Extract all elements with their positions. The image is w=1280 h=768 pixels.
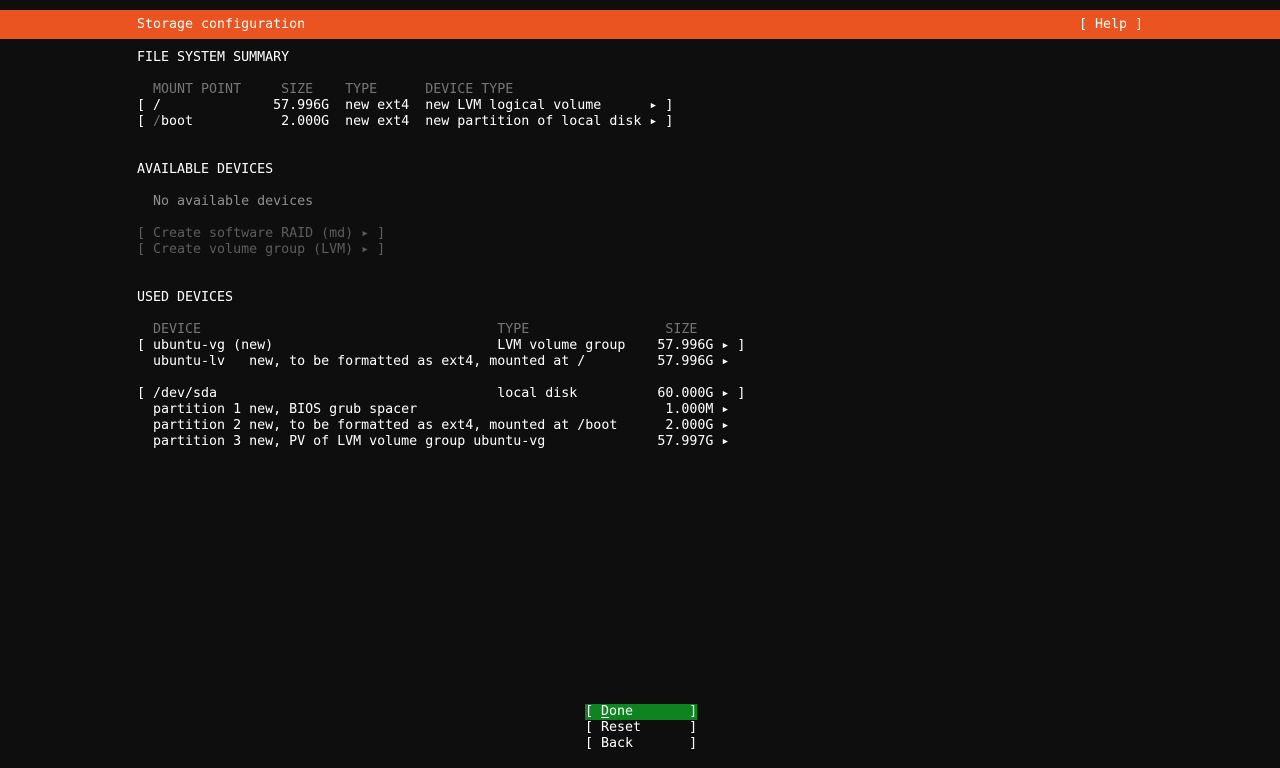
row-partition-2[interactable]: partition 2 new, to be formatted as ext4… <box>137 418 729 434</box>
done-button-open-bracket: [ <box>585 704 602 719</box>
used-devices-title: USED DEVICES <box>137 290 234 305</box>
no-available-devices-note: No available devices <box>137 194 314 209</box>
fs-summary-title: FILE SYSTEM SUMMARY <box>137 50 290 65</box>
row-partition-1[interactable]: partition 1 new, BIOS grub spacer 1.000M… <box>137 402 729 418</box>
fs-summary-columns: MOUNT POINT SIZE TYPE DEVICE TYPE <box>137 82 514 97</box>
help-button[interactable]: [ Help ] <box>1079 10 1143 39</box>
fs-row-boot[interactable]: [ /boot 2.000G new ext4 new partition of… <box>137 114 673 130</box>
done-button-rest: one ] <box>609 704 698 719</box>
back-button[interactable]: [ Back ] <box>585 736 697 752</box>
create-lvm-button: [ Create volume group (LVM) ▸ ] <box>137 242 386 257</box>
done-button-cursor-letter: D <box>601 704 610 719</box>
titlebar: Storage configuration [ Help ] <box>0 10 1280 39</box>
row-dev-sda[interactable]: [ /dev/sda local disk 60.000G ▸ ] <box>137 386 745 402</box>
page-title: Storage configuration <box>137 17 306 32</box>
available-devices-title: AVAILABLE DEVICES <box>137 162 274 177</box>
used-devices-columns: DEVICE TYPE SIZE <box>137 322 698 337</box>
row-ubuntu-vg[interactable]: [ ubuntu-vg (new) LVM volume group 57.99… <box>137 338 745 354</box>
fs-row-boot-bracket: [ <box>137 114 154 129</box>
fs-row-boot-detail: boot 2.000G new ext4 new partition of lo… <box>161 114 674 129</box>
create-raid-button: [ Create software RAID (md) ▸ ] <box>137 226 386 241</box>
storage-configuration-screen: Storage configuration [ Help ] FILE SYST… <box>0 0 1280 768</box>
done-button[interactable]: [ Done ] <box>585 704 698 720</box>
fs-row-boot-path-prefix: / <box>153 114 162 129</box>
row-partition-3[interactable]: partition 3 new, PV of LVM volume group … <box>137 434 729 450</box>
fs-row-root[interactable]: [ / 57.996G new ext4 new LVM logical vol… <box>137 98 673 114</box>
reset-button[interactable]: [ Reset ] <box>585 720 697 736</box>
row-ubuntu-lv[interactable]: ubuntu-lv new, to be formatted as ext4, … <box>137 354 729 370</box>
